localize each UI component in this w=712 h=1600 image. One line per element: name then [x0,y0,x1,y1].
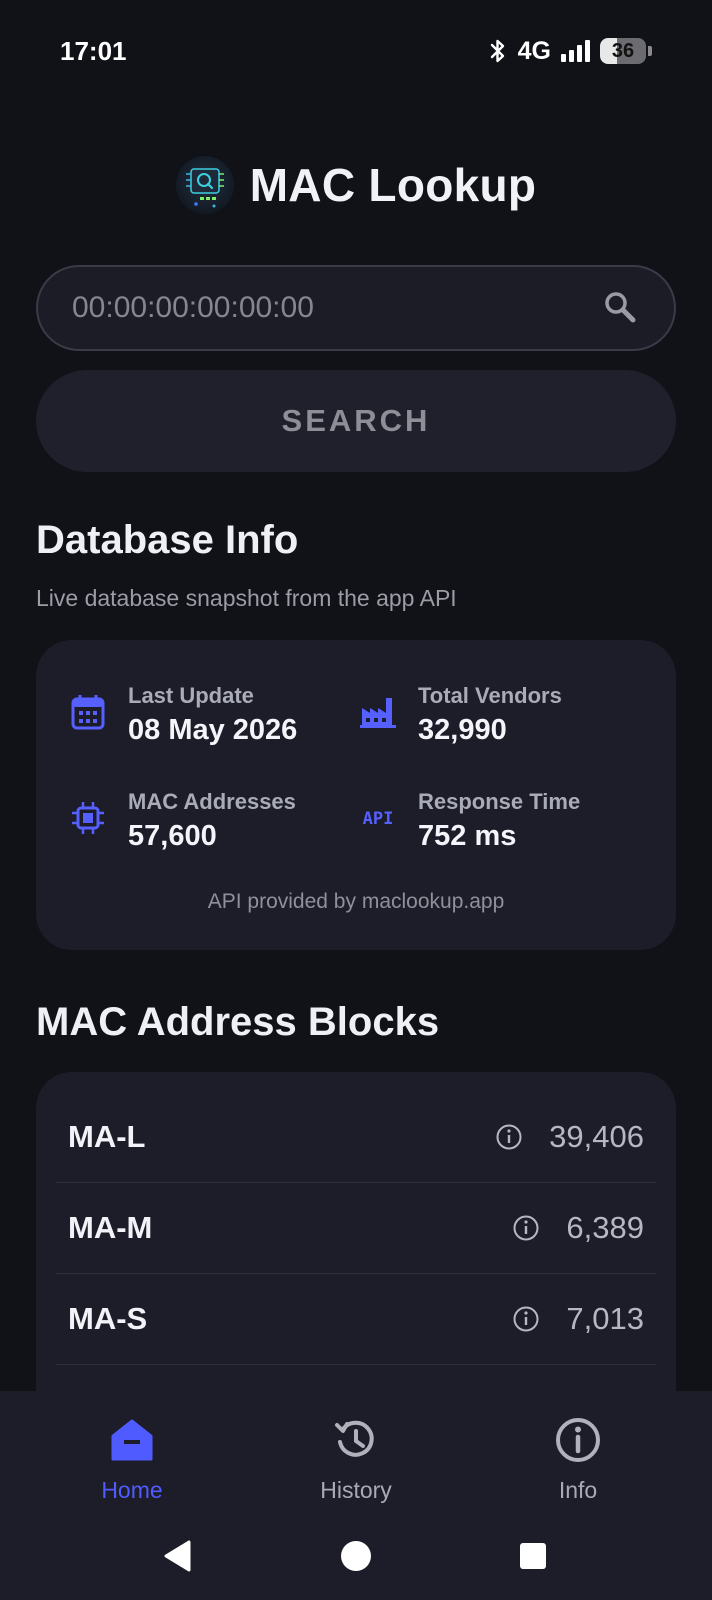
block-name: MA-M [68,1210,153,1245]
calendar-icon [68,692,108,732]
app-screen: 17:01 4G 36 MAC Lookup 00:00:00:00:00:00… [0,0,712,1600]
battery-icon: 36 [600,38,652,64]
info-icon[interactable] [512,1305,540,1333]
stat-value: 08 May 2026 [128,714,298,746]
stat-value: 57,600 [128,820,217,852]
info-icon[interactable] [495,1123,523,1151]
block-count: 39,406 [549,1119,644,1154]
signal-icon [561,40,590,62]
nav-label: History [320,1477,392,1503]
api-credit: API provided by maclookup.app [207,890,505,913]
app-header: MAC Lookup [0,150,712,220]
stat-label: MAC Addresses [128,789,296,814]
block-name: MA-S [68,1301,148,1336]
stat-response-time: API Response Time 752 ms [358,788,581,856]
status-time: 17:01 [60,36,127,66]
stat-label: Total Vendors [418,683,562,708]
nav-home[interactable]: Home [32,1415,232,1504]
battery-level: 36 [611,40,635,62]
block-row-ma-m[interactable]: MA-M 6,389 [56,1183,656,1274]
nav-label: Info [558,1477,598,1503]
stat-value: 752 ms [418,820,517,852]
block-count: 7,013 [566,1301,644,1336]
stat-last-update: Last Update 08 May 2026 [68,682,297,750]
stat-label: Last Update [128,683,254,708]
factory-icon [358,692,398,732]
nav-history[interactable]: History [256,1415,456,1504]
bluetooth-icon [490,39,504,63]
database-info-subtitle: Live database snapshot from the app API [36,585,457,611]
recents-icon[interactable] [519,1542,547,1570]
search-button[interactable]: SEARCH [36,370,676,472]
network-type: 4G [517,36,551,65]
mac-search-input[interactable] [72,291,602,325]
svg-text:API: API [363,809,394,829]
stat-label: Response Time [418,789,581,814]
status-bar: 17:01 4G 36 [0,0,712,100]
block-count: 6,389 [566,1210,644,1245]
info-icon[interactable] [512,1214,540,1242]
database-info-title: Database Info [36,518,299,562]
block-name: MA-L [68,1119,146,1154]
block-row-ma-s[interactable]: MA-S 7,013 [56,1274,656,1365]
stat-value: 32,990 [418,714,507,746]
stat-total-vendors: Total Vendors 32,990 [358,682,562,750]
home-circle-icon[interactable] [340,1540,372,1572]
blocks-card: MA-L 39,406 MA-M 6,389 MA-S 7,013 [36,1072,676,1432]
mac-search-field[interactable] [36,265,676,351]
block-row-ma-l[interactable]: MA-L 39,406 [56,1092,656,1183]
back-icon[interactable] [162,1539,192,1573]
history-icon [335,1420,374,1457]
status-indicators: 4G 36 [488,36,652,66]
search-icon[interactable] [602,289,640,327]
nav-info[interactable]: Info [478,1415,678,1504]
blocks-title: MAC Address Blocks [36,1000,440,1044]
nav-label: Home [101,1477,163,1503]
chip-search-logo-icon [175,156,234,214]
system-nav-bar [0,1527,712,1587]
chip-icon [68,798,108,838]
stat-mac-addresses: MAC Addresses 57,600 [68,788,296,856]
api-icon: API [358,798,398,838]
app-title: MAC Lookup [249,159,537,211]
info-icon [556,1418,600,1462]
database-info-card: Last Update 08 May 2026 Total Vendors 32… [36,640,676,950]
home-icon [111,1419,153,1461]
